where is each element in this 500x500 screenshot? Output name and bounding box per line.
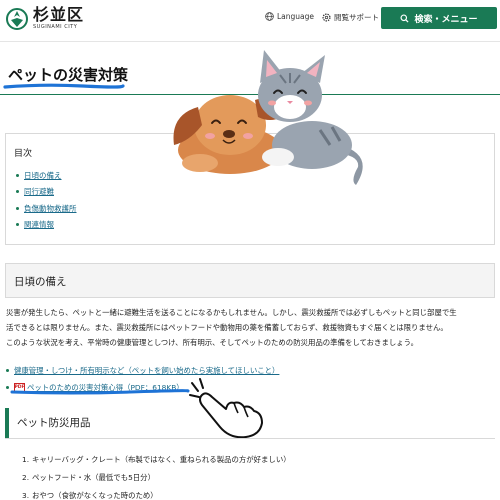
logo-subtitle: SUGINAMI CITY [33, 24, 78, 30]
section-heading-text: ペット防災用品 [17, 417, 91, 429]
suginami-emblem-icon [6, 7, 28, 30]
section-divider [5, 438, 495, 439]
title-highlight-stroke [3, 83, 125, 89]
paragraph-line: 災害が発生したら、ペットと一緒に避難生活を送ることになるかもしれません。しかし、… [6, 308, 457, 317]
link-highlight-stroke [10, 389, 190, 395]
language-link[interactable]: Language [265, 12, 314, 21]
toc-link-daily-preparation[interactable]: 日頃の備え [24, 170, 62, 181]
toc-item: 日頃の備え [16, 167, 77, 184]
site-logo[interactable]: 杉並区 SUGINAMI CITY [6, 6, 84, 31]
toc-title: 目次 [14, 149, 33, 159]
health-management-link[interactable]: 健康管理・しつけ・所有明示など（ペットを飼い始めたら実施してほしいこと） [14, 365, 279, 376]
search-icon [400, 13, 410, 23]
list-item: 2. ペットフード・水（最低でも5日分） [22, 472, 155, 482]
supplies-list: 1. キャリーバッグ・クレート（布製ではなく、重ねられる製品の方が好ましい） 2.… [22, 450, 291, 500]
toc-link-evacuation-with-pets[interactable]: 同行避難 [24, 186, 54, 197]
list-item: 3. おやつ（食欲がなくなった時のため） [22, 490, 158, 500]
toc-list: 日頃の備え 同行避難 負傷動物救護所 関連情報 [16, 167, 77, 233]
section-heading-text: 日頃の備え [14, 276, 67, 288]
toc-link-injured-animal-rescue[interactable]: 負傷動物救護所 [24, 203, 77, 214]
globe-icon [265, 12, 274, 21]
toc-item: 同行避難 [16, 184, 77, 201]
toc-item: 関連情報 [16, 217, 77, 234]
section-heading-daily-preparation: 日頃の備え [5, 263, 495, 298]
dog-and-cat-illustration [173, 50, 363, 185]
support-label: 閲覧サポート [334, 13, 379, 22]
logo-name: 杉並区 [33, 5, 85, 24]
paragraph-line: このような状況を考え、平常時の健康管理としつけ、所有明示、そしてペットのための防… [6, 338, 418, 347]
site-header: 杉並区 SUGINAMI CITY Language 閲覧サポート 検索・メニュ… [0, 0, 500, 42]
daily-preparation-paragraph: 災害が発生したら、ペットと一緒に避難生活を送ることになるかもしれません。しかし、… [6, 305, 496, 350]
search-menu-button[interactable]: 検索・メニュー [381, 7, 497, 29]
list-item: 1. キャリーバッグ・クレート（布製ではなく、重ねられる製品の方が好ましい） [22, 454, 291, 464]
accessibility-support-link[interactable]: 閲覧サポート [322, 12, 379, 23]
gear-icon [322, 13, 331, 22]
language-label: Language [277, 12, 315, 21]
section-heading-disaster-supplies: ペット防災用品 [5, 408, 495, 438]
search-menu-label: 検索・メニュー [414, 14, 478, 25]
paragraph-line: 活できるとは限りません。また、震災救援所にはペットフードや動物用の薬を備蓄してお… [6, 323, 448, 332]
toc-link-related-info[interactable]: 関連情報 [24, 219, 54, 230]
toc-item: 負傷動物救護所 [16, 200, 77, 217]
